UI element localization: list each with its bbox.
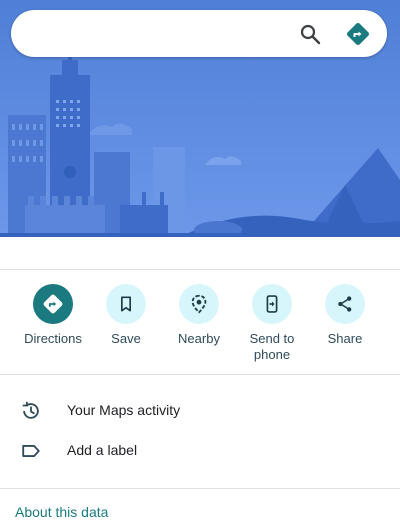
nearby-pin-icon xyxy=(179,284,219,324)
label-icon xyxy=(20,440,42,462)
search-box[interactable] xyxy=(11,10,387,57)
add-label-row[interactable]: Add a label xyxy=(0,430,400,470)
directions-diamond-icon[interactable] xyxy=(346,22,370,46)
action-bar: Directions Save Nearby Send to phone Sha… xyxy=(0,284,400,368)
send-to-phone-button[interactable]: Send to phone xyxy=(235,284,309,363)
directions-icon xyxy=(33,284,73,324)
save-button[interactable]: Save xyxy=(89,284,163,347)
share-button[interactable]: Share xyxy=(308,284,382,347)
bookmark-icon xyxy=(106,284,146,324)
search-icon[interactable] xyxy=(298,22,322,46)
nearby-button[interactable]: Nearby xyxy=(162,284,236,347)
history-icon xyxy=(20,400,42,422)
divider xyxy=(0,488,400,489)
directions-button[interactable]: Directions xyxy=(16,284,90,347)
share-label: Share xyxy=(327,331,363,346)
maps-activity-label: Your Maps activity xyxy=(67,402,181,418)
send-to-phone-icon xyxy=(252,284,292,324)
about-this-data-link[interactable]: About this data xyxy=(15,504,108,520)
add-label-label: Add a label xyxy=(67,442,138,458)
divider xyxy=(0,374,400,375)
maps-activity-row[interactable]: Your Maps activity xyxy=(0,390,400,430)
divider xyxy=(0,269,400,270)
share-icon xyxy=(325,284,365,324)
